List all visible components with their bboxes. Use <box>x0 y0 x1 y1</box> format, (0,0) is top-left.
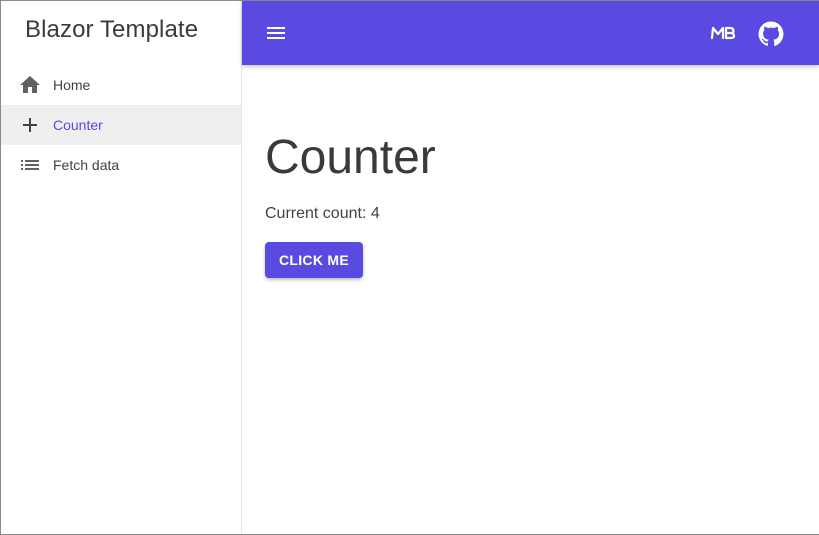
nav-item-home[interactable]: Home <box>1 65 241 105</box>
nav-item-counter[interactable]: Counter <box>1 105 241 145</box>
plus-icon <box>23 118 37 132</box>
mudblazor-icon[interactable] <box>710 21 736 45</box>
nav-item-label: Fetch data <box>53 157 120 173</box>
list-icon <box>21 160 39 170</box>
click-me-button[interactable]: CLICK ME <box>265 242 363 278</box>
app-brand: Blazor Template <box>25 16 199 43</box>
github-icon[interactable] <box>758 21 784 47</box>
home-icon <box>20 76 40 93</box>
app-bar <box>242 1 819 65</box>
nav-item-fetch-data[interactable]: Fetch data <box>1 145 241 185</box>
nav-item-label: Home <box>53 77 91 93</box>
page-title: Counter <box>265 131 436 184</box>
menu-icon[interactable] <box>264 21 288 45</box>
current-count-text: Current count: 4 <box>265 205 380 222</box>
nav-item-label: Counter <box>53 117 103 133</box>
nav-drawer: Blazor Template Home Counter Fetch data <box>1 1 242 534</box>
